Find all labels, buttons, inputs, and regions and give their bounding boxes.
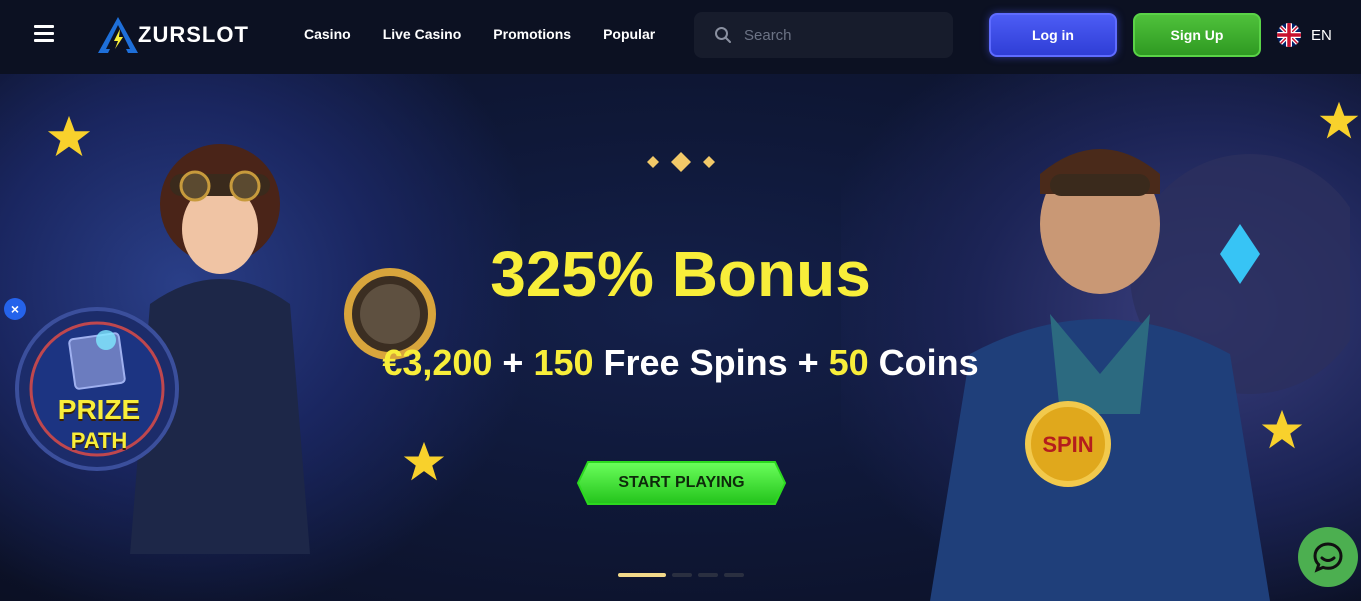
free-spins-count: 150: [533, 342, 594, 383]
search-box[interactable]: [694, 12, 953, 58]
top-header: ZURSLOT Casino Live Casino Promotions Po…: [0, 0, 1361, 74]
signup-button[interactable]: Sign Up: [1133, 13, 1261, 57]
logo-icon: [98, 17, 138, 53]
uk-flag-icon: [1277, 23, 1301, 47]
svg-text:SPIN: SPIN: [1042, 432, 1093, 457]
nav-casino[interactable]: Casino: [304, 26, 351, 42]
bonus-amount: €3,200: [382, 342, 493, 383]
hero-subtitle: €3,200 + 150 Free Spins + 50 Coins: [0, 342, 1361, 384]
free-spins-text: Free Spins +: [593, 342, 829, 383]
logo[interactable]: ZURSLOT: [96, 15, 249, 55]
language-label: EN: [1311, 26, 1332, 44]
prize-path-line2: PATH: [70, 428, 128, 453]
close-icon[interactable]: ×: [4, 298, 26, 320]
nav-live-casino[interactable]: Live Casino: [383, 26, 462, 42]
slide-dot-2[interactable]: [672, 573, 692, 577]
language-selector[interactable]: EN: [1277, 23, 1332, 47]
hero-title: 325% Bonus: [490, 238, 871, 310]
slider-pagination: [618, 573, 744, 577]
start-playing-label: START PLAYING: [618, 474, 745, 491]
search-input[interactable]: [744, 26, 934, 44]
nav-popular[interactable]: Popular: [603, 26, 655, 42]
subtitle-plus: +: [492, 342, 534, 383]
nav-promotions[interactable]: Promotions: [493, 26, 571, 42]
slide-dot-3[interactable]: [698, 573, 718, 577]
login-button[interactable]: Log in: [989, 13, 1117, 57]
star-icon: [47, 115, 91, 157]
menu-icon[interactable]: [34, 25, 54, 42]
start-playing-button[interactable]: START PLAYING: [576, 460, 787, 506]
prize-path-line1: PRIZE: [57, 394, 141, 425]
coins-text: Coins: [868, 342, 979, 383]
hero-banner: SPIN 325% Bonus €3,200 + 150 Free Spins …: [0, 74, 1361, 601]
slide-dot-1[interactable]: [618, 573, 666, 577]
hero-ornament: [283, 152, 1033, 172]
main-nav: Casino Live Casino Promotions Popular: [304, 26, 687, 42]
slide-dot-4[interactable]: [724, 573, 744, 577]
coins-count: 50: [828, 342, 869, 383]
chat-icon: [1313, 542, 1343, 573]
chat-button[interactable]: [1298, 527, 1358, 587]
search-icon: [715, 27, 731, 43]
logo-text: ZURSLOT: [138, 22, 249, 47]
